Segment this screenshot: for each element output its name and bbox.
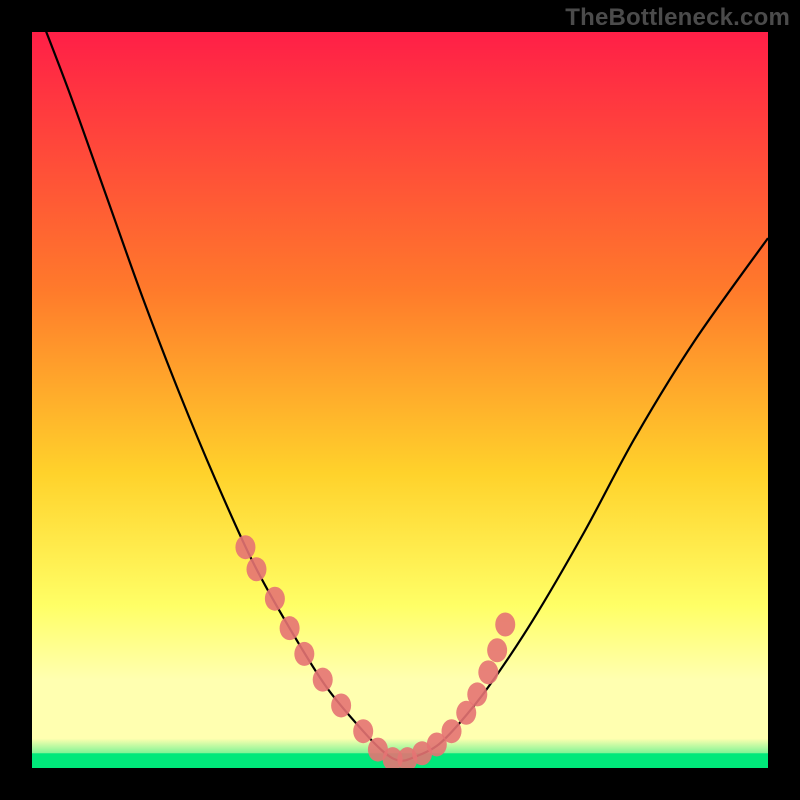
marker-point [487, 638, 507, 662]
marker-point [294, 642, 314, 666]
marker-point [235, 535, 255, 559]
marker-point [280, 616, 300, 640]
marker-point [331, 693, 351, 717]
marker-point [495, 612, 515, 636]
marker-point [467, 682, 487, 706]
marker-point [478, 660, 498, 684]
marker-point [265, 587, 285, 611]
chart-svg [32, 32, 768, 768]
watermark-text: TheBottleneck.com [565, 4, 790, 32]
marker-point [442, 719, 462, 743]
marker-point [313, 668, 333, 692]
plot-area [32, 32, 768, 768]
chart-frame: TheBottleneck.com [0, 0, 800, 800]
marker-point [353, 719, 373, 743]
marker-point [246, 557, 266, 581]
